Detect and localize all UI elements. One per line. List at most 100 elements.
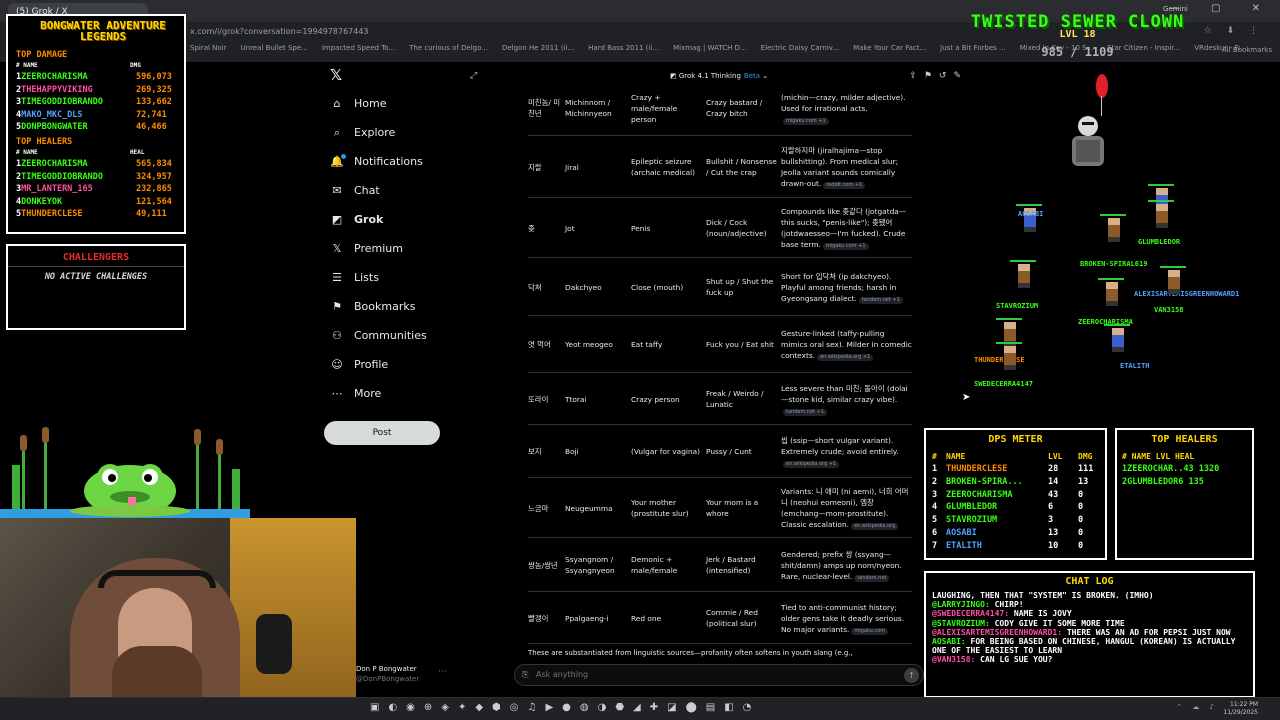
bookmark-item[interactable]: Make Your Car Fact... bbox=[853, 44, 926, 52]
system-tray[interactable]: ⌃ ☁ ♪ bbox=[1176, 703, 1218, 711]
clock-time: 11:22 PM bbox=[1230, 701, 1258, 708]
table-row: 좆 Jot Penis Dick / Cock (noun/adjective) Com… bbox=[528, 198, 912, 258]
bookmark-item[interactable]: Delgon He 2011 (ii... bbox=[502, 44, 574, 52]
nav-label: Notifications bbox=[354, 155, 423, 168]
nav-label: Grok bbox=[354, 213, 384, 226]
bookmark-item[interactable]: Hard Bass 2011 (ii... bbox=[588, 44, 659, 52]
nav-lists[interactable]: ☰ Lists bbox=[330, 266, 458, 290]
healers-title: TOP HEALERS bbox=[1151, 434, 1218, 445]
rank: 4 bbox=[932, 502, 938, 513]
nav-more[interactable]: ⋯ More bbox=[330, 382, 458, 406]
chat-messages: LAUGHING, THEN THAT "SYSTEM" IS BROKEN. … bbox=[932, 591, 1250, 695]
bookmark-item[interactable]: Spiral Noir bbox=[190, 44, 227, 52]
player-hp-bar bbox=[1016, 204, 1042, 206]
nav-communities[interactable]: ⚇ Communities bbox=[330, 324, 458, 348]
header-actions[interactable]: ⇪⚑↺✎ bbox=[909, 71, 968, 81]
source-chip[interactable]: en.wikipedia.org bbox=[851, 523, 899, 530]
taskbar: ▣◐◉⊕◈✦◆⬢◎♫▶●◍◑⬣◢✚◪⬤▤◧◔ ⌃ ☁ ♪ 11:22 PM 11… bbox=[0, 697, 1280, 720]
nav-chat[interactable]: ✉ Chat bbox=[330, 179, 458, 203]
english-equivalent: Shut up / Shut the fuck up bbox=[706, 277, 774, 297]
romanization: Ppalgaeng-i bbox=[565, 613, 609, 623]
notes-text: Less severe than 미친; 돌아이 (dolai—stone ki… bbox=[781, 383, 908, 404]
source-chip[interactable]: migaku.com +1 bbox=[783, 117, 829, 125]
usage-notes: (michin—crazy, milder adjective). Used f… bbox=[781, 92, 913, 125]
all-bookmarks[interactable]: All Bookmarks bbox=[1222, 46, 1272, 54]
leaderboard-title: BONGWATER ADVENTURE LEGENDS bbox=[40, 19, 166, 43]
score: 596,073 bbox=[136, 72, 172, 82]
chat-text: CODY GIVE IT SOME MORE TIME bbox=[989, 618, 1125, 628]
ask-input[interactable]: ⎘ Ask anything ↑ bbox=[514, 664, 924, 686]
source-chip[interactable]: en.wikipedia.org +1 bbox=[783, 461, 840, 468]
webcam-feed bbox=[0, 518, 356, 720]
player-label: VAN3158 bbox=[1154, 306, 1184, 314]
dps-row: 2 BROKEN-SPIRA... 14 13 bbox=[932, 477, 1102, 487]
nav-explore[interactable]: ⌕ Explore bbox=[330, 121, 458, 145]
romanization: Boji bbox=[565, 447, 579, 456]
bookmark-item[interactable]: Mixmag | WATCH D... bbox=[673, 44, 747, 52]
clock[interactable]: 11:22 PM 11/29/2025 bbox=[1223, 701, 1258, 717]
nav-home[interactable]: ⌂ Home bbox=[330, 92, 458, 116]
source-chip[interactable]: tandem.net +1 bbox=[783, 408, 828, 416]
bookmark-item[interactable]: The curious of Delgo... bbox=[409, 44, 488, 52]
post-button[interactable]: Post bbox=[324, 421, 440, 445]
player-name: AOSABI bbox=[946, 528, 977, 538]
nav-premium[interactable]: 𝕏 Premium bbox=[330, 237, 458, 261]
top-healers-title: TOP HEALERS bbox=[16, 137, 73, 147]
address-bar[interactable]: x.com/i/grok?conversation=1994978767443 bbox=[190, 25, 910, 39]
nav-bookmarks[interactable]: ⚑ Bookmarks bbox=[330, 295, 458, 319]
english-equivalent: Pussy / Cunt bbox=[706, 447, 752, 456]
send-icon[interactable]: ↑ bbox=[904, 668, 919, 683]
model-name: Grok 4.1 Thinking bbox=[678, 72, 741, 80]
damage: 0 bbox=[1078, 489, 1084, 500]
score: 121,564 bbox=[136, 196, 172, 207]
nav-notifications[interactable]: 🔔 Notifications bbox=[330, 150, 458, 174]
player-name: THEHAPPYVIKING bbox=[21, 84, 93, 95]
bookmark-item[interactable]: Impacted Speed To... bbox=[322, 44, 395, 52]
player-hp-bar bbox=[996, 318, 1022, 320]
damage: 13 bbox=[1078, 476, 1089, 487]
player-name: TIMEGODDIOBRANDO bbox=[21, 97, 104, 107]
player-name: GLUMBLEDOR bbox=[946, 502, 998, 513]
player-hp-bar bbox=[1010, 260, 1036, 262]
bookmark-item[interactable]: Electric Daisy Carniv... bbox=[761, 44, 839, 52]
chat-text: FOR BEING BASED ON CHINESE, HANGUL (KORE… bbox=[932, 637, 1236, 656]
chat-text: CAN LG SUE YOU? bbox=[975, 655, 1053, 665]
literal-meaning: Red one bbox=[631, 613, 662, 623]
nav-grok[interactable]: ◩ Grok bbox=[330, 208, 458, 232]
expand-icon[interactable]: ⤢ bbox=[470, 71, 477, 81]
model-selector[interactable]: ◩ Grok 4.1 Thinking Beta ⌄ bbox=[670, 72, 768, 80]
romanization: Neugeumma bbox=[565, 503, 613, 513]
dps-title: DPS METER bbox=[988, 434, 1043, 445]
usage-notes: Short for 입닥쳐 (ip dakchyeo). Playful amo… bbox=[781, 271, 913, 304]
dps-meter-panel: DPS METER # NAME LVL DMG 1 THUNDERCLESE 28 111… bbox=[924, 428, 1107, 560]
source-chip[interactable]: en.wikipedia.org +1 bbox=[817, 354, 874, 361]
nav-profile[interactable]: ☺ Profile bbox=[330, 353, 458, 377]
player-label: BROKEN-SPIRAL619 bbox=[1080, 260, 1148, 268]
account-handle: @DonPBongwater bbox=[356, 675, 420, 683]
source-chip[interactable]: migaku.com +1 bbox=[822, 243, 869, 250]
damage: 111 bbox=[1078, 464, 1094, 474]
attach-icon[interactable]: ⎘ bbox=[522, 670, 528, 680]
player-name: THUNDERCLESE bbox=[946, 464, 1008, 474]
damage-row: 3TIMEGODDIOBRANDO 133,662 bbox=[16, 97, 188, 107]
literal-meaning: Demonic + male/female bbox=[631, 555, 678, 575]
rank: 6 bbox=[932, 528, 938, 538]
account-more-icon[interactable]: ··· bbox=[438, 667, 447, 677]
source-chip[interactable]: migaku.com bbox=[851, 627, 889, 635]
score: 324,957 bbox=[136, 171, 172, 182]
account-switcher[interactable]: Don P Bongwater @DonPBongwater bbox=[356, 664, 419, 684]
heal-row: 4DONKEYOK 121,564 bbox=[16, 197, 188, 207]
source-chip[interactable]: tandem.net +1 bbox=[858, 296, 903, 304]
taskbar-apps[interactable]: ▣◐◉⊕◈✦◆⬢◎♫▶●◍◑⬣◢✚◪⬤▤◧◔ bbox=[370, 702, 760, 713]
x-logo-icon[interactable]: 𝕏 bbox=[330, 66, 342, 84]
player-label: ALEXISARTEMISGREENHOWARD1 bbox=[1134, 290, 1240, 298]
score: 232,865 bbox=[136, 184, 172, 194]
lists-icon: ☰ bbox=[332, 271, 342, 284]
bookmark-item[interactable]: Unreal Bullet Spe... bbox=[241, 44, 308, 52]
no-challenges-text: NO ACTIVE CHALLENGES bbox=[44, 272, 148, 282]
player-hp-bar bbox=[1100, 214, 1126, 216]
source-chip[interactable]: reddit.com +1 bbox=[823, 182, 866, 189]
source-chip[interactable]: tandem.net bbox=[854, 574, 890, 582]
more-icon: ⋯ bbox=[331, 387, 343, 400]
player-name: STAVROZIUM bbox=[946, 515, 998, 526]
